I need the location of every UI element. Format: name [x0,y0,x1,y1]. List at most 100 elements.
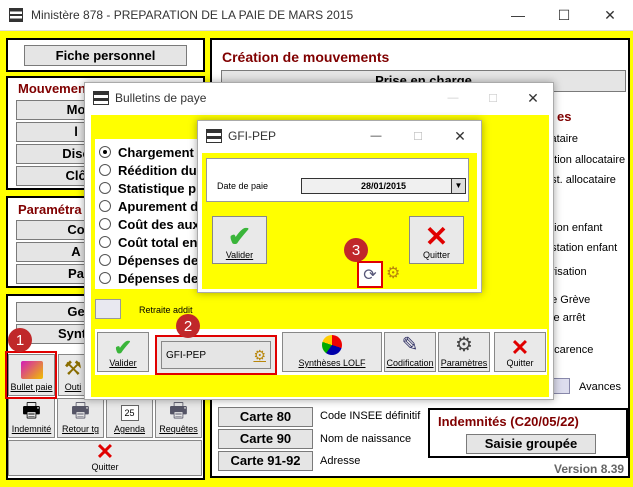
date-value: 28/01/2015 [360,181,407,191]
option-radio[interactable]: Dépenses de [99,250,198,270]
outils-label: Outi [64,382,82,392]
close-red-icon: ✕ [95,439,115,464]
bulletins-title: Bulletins de paye [115,91,207,105]
option-radio[interactable]: Réédition du [99,160,197,180]
bulletins-minimize-button[interactable]: — [433,92,473,104]
close-red-icon: ✕ [424,221,449,252]
date-select[interactable]: 28/01/2015 ▼ [301,178,466,194]
check-icon: ✔ [113,335,133,360]
minimize-button[interactable]: — [495,7,541,23]
mouvements-title: Mouvement [18,81,91,96]
gfi-pep-button[interactable]: GFI-PEP ⚙ [155,335,277,375]
robot-icon: ⚙ [455,334,473,356]
printer-icon: 🖶 [71,400,90,422]
maximize-button[interactable]: ☐ [541,7,587,24]
requetes-button[interactable]: 🖶 Requêtes [155,398,202,438]
option-radio[interactable]: Statistique p [99,178,196,198]
gfi-minimize-button[interactable]: — [355,130,397,142]
gfi-pep-inner: GFI-PEP ⚙ [161,341,271,369]
right-item[interactable]: est. allocataire [545,174,616,186]
gfi-valider-button[interactable]: ✔ Valider [212,216,267,264]
refresh-button[interactable]: ⟳ [357,261,383,288]
gfi-dialog: GFI-PEP — ☐ ✕ Date de paie 28/01/2015 ▼ … [197,120,482,293]
carte-90-button[interactable]: Carte 90 [218,429,313,449]
parametres-button[interactable]: ⚙ Paramètres [438,332,490,372]
avances-icon [552,378,570,394]
indemnites-title: Indemnités (C20/05/22) [438,414,579,429]
parametres-label: Paramètres [440,358,488,368]
option-radio[interactable]: Dépenses de [99,268,198,288]
carte-91-92-button[interactable]: Carte 91-92 [218,451,313,471]
close-button[interactable]: ✕ [587,7,633,24]
step-badge-1: 1 [8,328,32,352]
gfi-quitter-button[interactable]: ✕ Quitter [409,216,464,264]
gfi-close-button[interactable]: ✕ [439,128,481,145]
parametrage-title: Paramétra [18,202,82,217]
carte-80-desc: Code INSEE définitif [320,410,421,422]
indemnite-button[interactable]: 🖶 Indemnité [8,398,55,438]
option-radio[interactable]: Coût total en [99,232,197,252]
gfi-pep-label: GFI-PEP [166,349,207,361]
carte-80-button[interactable]: Carte 80 [218,407,313,427]
bulletins-maximize-button[interactable]: ☐ [473,92,513,105]
indemnites-group: Indemnités (C20/05/22) Saisie groupée [428,408,628,458]
creation-title: Création de mouvements [222,49,390,65]
retour-tg-label: Retour tg [61,424,100,434]
step-badge-2: 2 [176,314,200,338]
bulletins-titlebar: Bulletins de paye — ☐ ✕ [85,83,553,113]
option-radio[interactable]: Apurement d [99,196,198,216]
syntheses-lolf-button[interactable]: Synthèses LOLF [282,332,382,372]
retraite-icon [95,299,121,319]
gear-icon[interactable]: ⚙ [386,263,400,283]
gear-icon: ⚙ [253,346,266,363]
agenda-button[interactable]: 25 Agenda [106,398,153,438]
version-label: Version 8.39 [554,462,625,476]
right-item[interactable]: tation allocataire [545,154,625,166]
option-radio[interactable]: Coût des aux [99,214,200,234]
carte-90-desc: Nom de naissance [320,433,412,445]
agenda-label: Agenda [113,424,146,434]
main-window-title: Ministère 878 - PREPARATION DE LA PAIE D… [31,8,354,22]
right-item-title: es [557,109,572,124]
indemnite-icon: 🖶 [22,400,41,422]
carte-91-92-desc: Adresse [320,455,361,467]
codification-label: Codification [386,358,434,368]
date-label: Date de paie [217,181,269,191]
chevron-down-icon[interactable]: ▼ [451,179,465,193]
bulletins-close-button[interactable]: ✕ [513,90,553,107]
bulletins-valider-button[interactable]: ✔ Valider [97,332,149,372]
gfi-quitter-label: Quitter [422,250,450,260]
fiche-group: Fiche personnel [6,38,205,72]
avances-label[interactable]: Avances [579,381,621,393]
main-quitter-button[interactable]: ✕ Quitter [8,440,202,476]
retour-tg-button[interactable]: 🖶 Retour tg [57,398,104,438]
gfi-valider-label: Valider [225,250,254,260]
gfi-titlebar: GFI-PEP — ☐ ✕ [198,121,481,151]
right-item[interactable]: estation enfant [545,242,617,254]
main-titlebar: Ministère 878 - PREPARATION DE LA PAIE D… [0,0,633,31]
valider-label: Valider [109,358,137,368]
main-quitter-label: Quitter [91,462,119,472]
fiche-personnel-button[interactable]: Fiche personnel [24,45,187,66]
app-icon [206,129,222,143]
saisie-groupee-button[interactable]: Saisie groupée [466,434,596,454]
gfi-title: GFI-PEP [228,129,277,143]
highlight-box-1 [5,351,57,399]
option-radio[interactable]: Chargement [99,142,194,162]
refresh-icon: ⟳ [363,266,377,284]
tools-icon: ⚒ [64,358,82,380]
printer-icon: 🖶 [169,400,188,422]
close-red-icon: ✕ [510,335,530,360]
app-icon [93,91,109,105]
date-group: Date de paie 28/01/2015 ▼ [206,158,469,202]
gfi-maximize-button[interactable]: ☐ [397,130,439,143]
pencil-icon: ✎ [401,334,419,356]
codification-button[interactable]: ✎ Codification [384,332,436,372]
bulletins-quitter-button[interactable]: ✕ Quitter [494,332,546,372]
bulletins-options: Chargement Réédition du Statistique p Ap… [95,139,205,289]
indemnite-label: Indemnité [11,424,52,434]
requetes-label: Requêtes [159,424,198,434]
app-icon [9,8,23,22]
check-icon: ✔ [227,221,252,252]
syntheses-label: Synthèses LOLF [298,358,366,368]
